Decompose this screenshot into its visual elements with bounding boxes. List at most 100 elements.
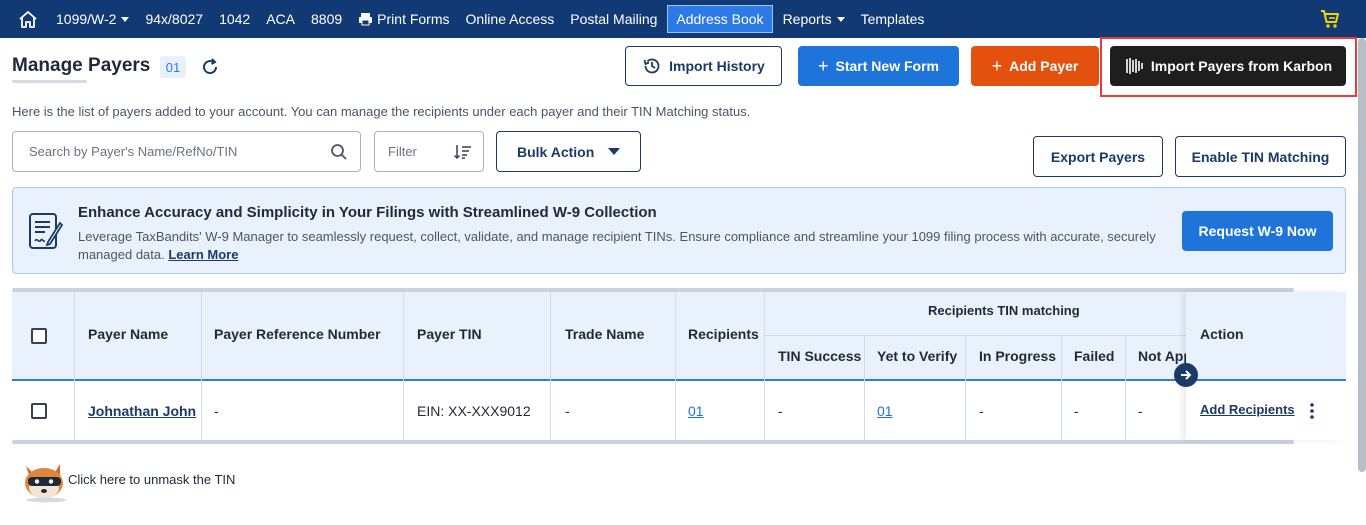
nav-1099-w2[interactable]: 1099/W-2: [48, 0, 137, 38]
nav-94x-8027[interactable]: 94x/8027: [137, 0, 211, 38]
nav-templates[interactable]: Templates: [853, 0, 933, 38]
unmask-tin-link[interactable]: Click here to unmask the TIN: [68, 472, 235, 487]
export-payers-label: Export Payers: [1050, 148, 1146, 165]
group-divider: [764, 335, 1186, 336]
sort-icon: [453, 144, 471, 159]
kebab-icon[interactable]: [1308, 402, 1316, 425]
enable-tin-label: Enable TIN Matching: [1191, 148, 1330, 165]
nav-label: Online Access: [465, 11, 555, 27]
cart-icon[interactable]: [1320, 9, 1340, 34]
col-divider: [965, 381, 966, 440]
col-divider: [1061, 381, 1062, 440]
vertical-scrollbar[interactable]: [1358, 38, 1366, 472]
filter-label: Filter: [388, 144, 417, 159]
failed-cell: -: [1074, 403, 1079, 419]
karbon-logo-icon: [1126, 58, 1143, 74]
import-karbon-button[interactable]: Import Payers from Karbon: [1110, 46, 1346, 86]
printer-icon: [359, 13, 373, 26]
bulk-action-label: Bulk Action: [517, 143, 595, 160]
recipients-count-link[interactable]: 01: [688, 403, 704, 419]
nav-label: Templates: [860, 11, 925, 27]
arrow-right-icon[interactable]: [1174, 363, 1198, 387]
header-action: Action: [1200, 326, 1244, 342]
import-history-button[interactable]: Import History: [625, 46, 782, 86]
col-divider: [675, 381, 676, 440]
col-divider: [74, 292, 75, 381]
trade-name-cell: -: [565, 403, 570, 419]
search-placeholder: Search by Payer's Name/RefNo/TIN: [29, 144, 238, 159]
refresh-icon[interactable]: [200, 57, 220, 82]
nav-postal-mailing[interactable]: Postal Mailing: [562, 0, 665, 38]
w9-promo-banner: Enhance Accuracy and Simplicity in Your …: [12, 187, 1346, 274]
learn-more-link[interactable]: Learn More: [168, 247, 238, 262]
header-recipients[interactable]: Recipients: [688, 326, 759, 342]
export-payers-button[interactable]: Export Payers: [1033, 136, 1163, 177]
filter-dropdown[interactable]: Filter: [374, 131, 484, 172]
col-divider: [201, 292, 202, 381]
col-divider: [965, 335, 966, 381]
header-ref-no[interactable]: Payer Reference Number: [214, 326, 381, 342]
payer-name-link[interactable]: Johnathan John: [88, 403, 196, 419]
header-not-applicable[interactable]: Not App: [1138, 348, 1192, 364]
payer-count-badge: 01: [160, 56, 186, 78]
banner-text: Leverage TaxBandits' W-9 Manager to seam…: [78, 228, 1178, 264]
yet-to-verify-link[interactable]: 01: [877, 403, 893, 419]
table-header: [12, 292, 1346, 381]
col-divider: [403, 292, 404, 381]
mascot-icon[interactable]: [20, 458, 70, 508]
caret-down-icon: [608, 148, 620, 155]
nav-aca[interactable]: ACA: [258, 0, 303, 38]
search-input[interactable]: Search by Payer's Name/RefNo/TIN: [12, 131, 361, 172]
horizontal-scrollbar[interactable]: [12, 440, 1294, 444]
in-progress-cell: -: [979, 403, 984, 419]
col-divider: [74, 381, 75, 440]
select-all-checkbox[interactable]: [31, 328, 47, 344]
header-tin-group: Recipients TIN matching: [928, 303, 1080, 318]
nav-label: ACA: [266, 11, 296, 27]
nav-print-forms[interactable]: Print Forms: [350, 0, 457, 38]
header-yet-to-verify[interactable]: Yet to Verify: [877, 348, 957, 364]
w9-document-icon: [27, 211, 65, 258]
header-trade-name[interactable]: Trade Name: [565, 326, 644, 342]
enable-tin-matching-button[interactable]: Enable TIN Matching: [1175, 136, 1346, 177]
header-payer-tin[interactable]: Payer TIN: [417, 326, 482, 342]
row-checkbox[interactable]: [31, 403, 47, 419]
import-karbon-label: Import Payers from Karbon: [1150, 58, 1333, 74]
add-payer-button[interactable]: + Add Payer: [971, 46, 1099, 86]
nav-label: 1042: [219, 11, 251, 27]
request-w9-button[interactable]: Request W-9 Now: [1182, 211, 1333, 251]
header-payer-name[interactable]: Payer Name: [88, 326, 168, 342]
start-new-form-button[interactable]: + Start New Form: [798, 46, 959, 86]
home-icon[interactable]: [0, 0, 48, 38]
nav-online-access[interactable]: Online Access: [458, 0, 563, 38]
payer-tin-cell: EIN: XX-XXX9012: [417, 403, 531, 419]
add-recipients-link[interactable]: Add Recipients: [1200, 402, 1295, 417]
col-divider: [675, 292, 676, 381]
action-column: Action Add Recipients: [1186, 292, 1346, 440]
nav-reports[interactable]: Reports: [775, 0, 853, 38]
search-icon[interactable]: [330, 143, 348, 161]
ref-no-cell: -: [214, 403, 219, 419]
plus-icon: +: [991, 55, 1003, 76]
banner-body: Leverage TaxBandits' W-9 Manager to seam…: [78, 229, 1156, 262]
nav-8809[interactable]: 8809: [303, 0, 350, 38]
nav-address-book[interactable]: Address Book: [667, 5, 773, 33]
top-navigation: 1099/W-2 94x/8027 1042 ACA 8809 Print Fo…: [0, 0, 1366, 38]
col-divider: [1125, 335, 1126, 381]
bulk-action-dropdown[interactable]: Bulk Action: [496, 131, 641, 172]
payers-table: Payer Name Payer Reference Number Payer …: [12, 288, 1346, 444]
caret-down-icon: [836, 16, 845, 22]
header-tin-success[interactable]: TIN Success: [778, 348, 861, 364]
page-description: Here is the list of payers added to your…: [12, 104, 751, 119]
history-icon: [643, 58, 660, 74]
nav-1042[interactable]: 1042: [211, 0, 258, 38]
nav-label: 1099/W-2: [56, 11, 117, 27]
caret-down-icon: [121, 16, 130, 22]
nav-label: 8809: [311, 11, 343, 27]
tin-success-cell: -: [778, 403, 783, 419]
import-history-label: Import History: [669, 58, 765, 74]
col-divider: [403, 381, 404, 440]
header-in-progress[interactable]: In Progress: [979, 348, 1056, 364]
page-title: Manage Payers: [12, 55, 151, 76]
header-failed[interactable]: Failed: [1074, 348, 1114, 364]
